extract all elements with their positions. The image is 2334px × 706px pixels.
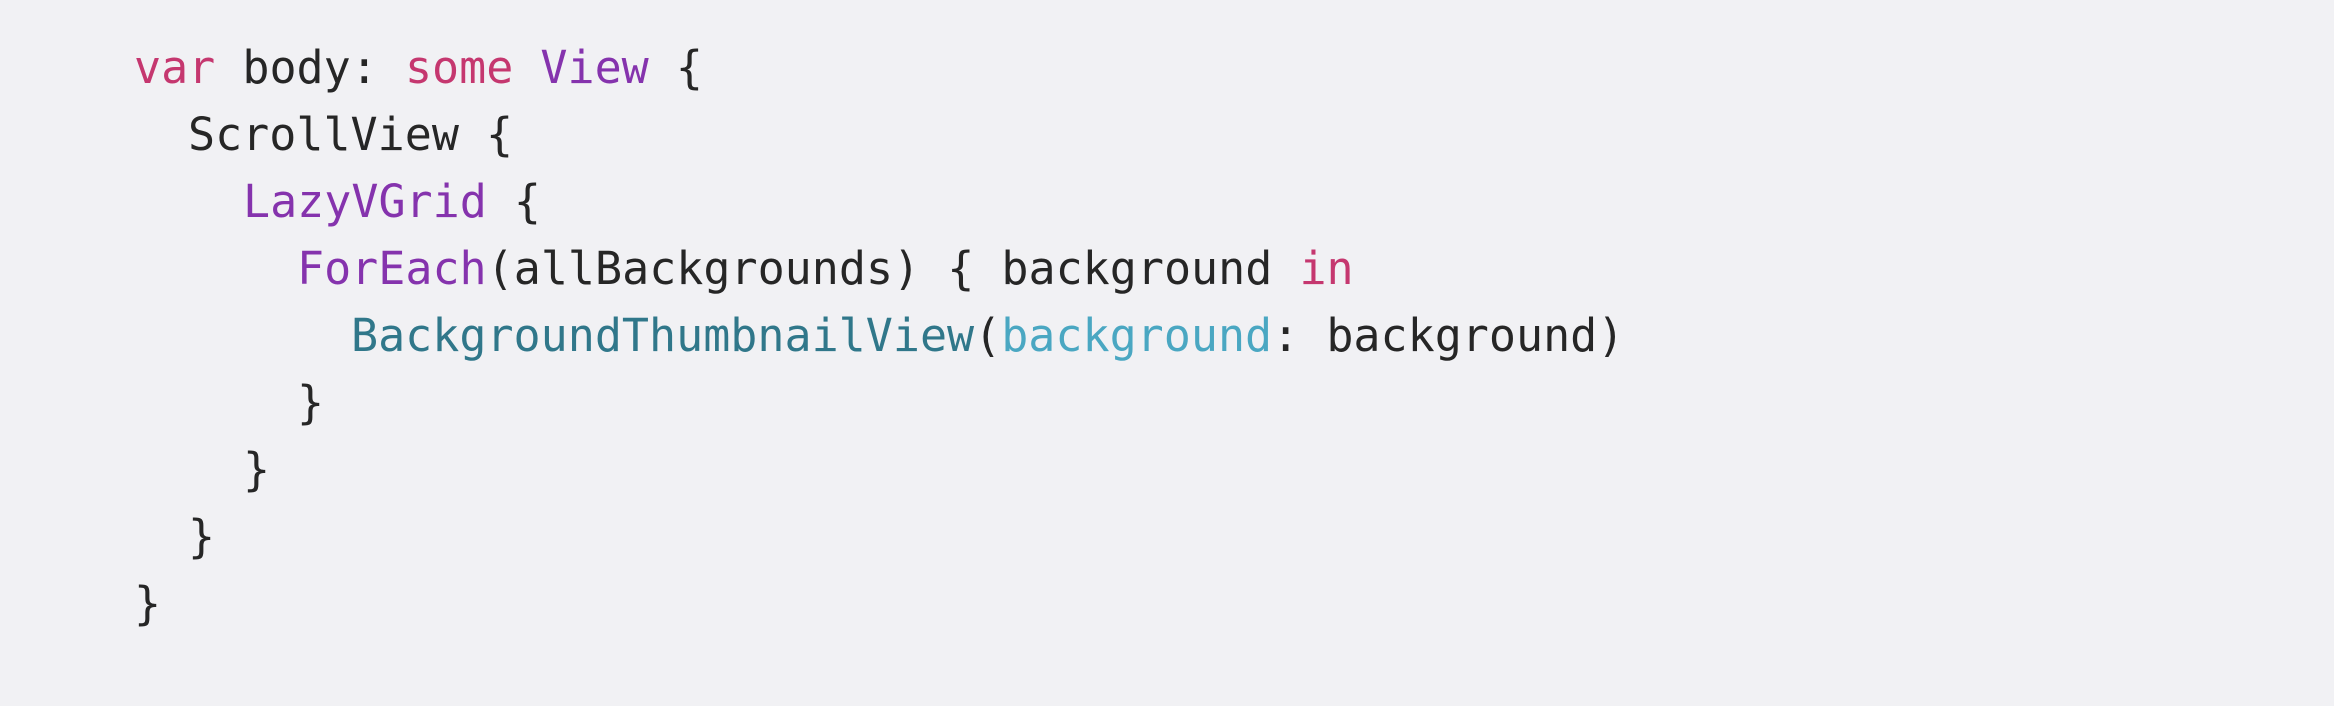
keyword-token: var xyxy=(134,41,216,94)
code-snippet: var body: some View { ScrollView { LazyV… xyxy=(0,0,2334,706)
code-line-6: } xyxy=(134,369,2334,436)
closing-brace: } xyxy=(134,577,162,630)
keyword-token: some xyxy=(404,41,514,94)
code-line-5: BackgroundThumbnailView(background: back… xyxy=(134,302,2334,369)
type-token: LazyVGrid xyxy=(243,175,487,228)
plain-token: ScrollView { xyxy=(188,108,514,161)
code-line-1: var body: some View { xyxy=(134,34,2334,101)
code-line-8: } xyxy=(134,503,2334,570)
member-token: BackgroundThumbnailView xyxy=(351,309,975,362)
code-line-7: } xyxy=(134,436,2334,503)
keyword-token: in xyxy=(1299,242,1354,295)
type-token: ForEach xyxy=(297,242,487,295)
plain-token: body: xyxy=(215,41,405,94)
closing-brace: } xyxy=(243,443,271,496)
plain-token: : background) xyxy=(1272,309,1625,362)
closing-brace: } xyxy=(188,510,216,563)
plain-token: { xyxy=(486,175,542,228)
code-line-9: } xyxy=(134,570,2334,637)
code-line-2: ScrollView { xyxy=(134,101,2334,168)
plain-token: ( xyxy=(974,309,1002,362)
plain-token: (allBackgrounds) { background xyxy=(486,242,1300,295)
code-line-3: LazyVGrid { xyxy=(134,168,2334,235)
closing-brace: } xyxy=(297,376,325,429)
plain-token: { xyxy=(648,41,703,94)
type-token: View xyxy=(540,41,649,94)
parameter-label-token: background xyxy=(1001,309,1273,362)
code-line-4: ForEach(allBackgrounds) { background in xyxy=(134,235,2334,302)
